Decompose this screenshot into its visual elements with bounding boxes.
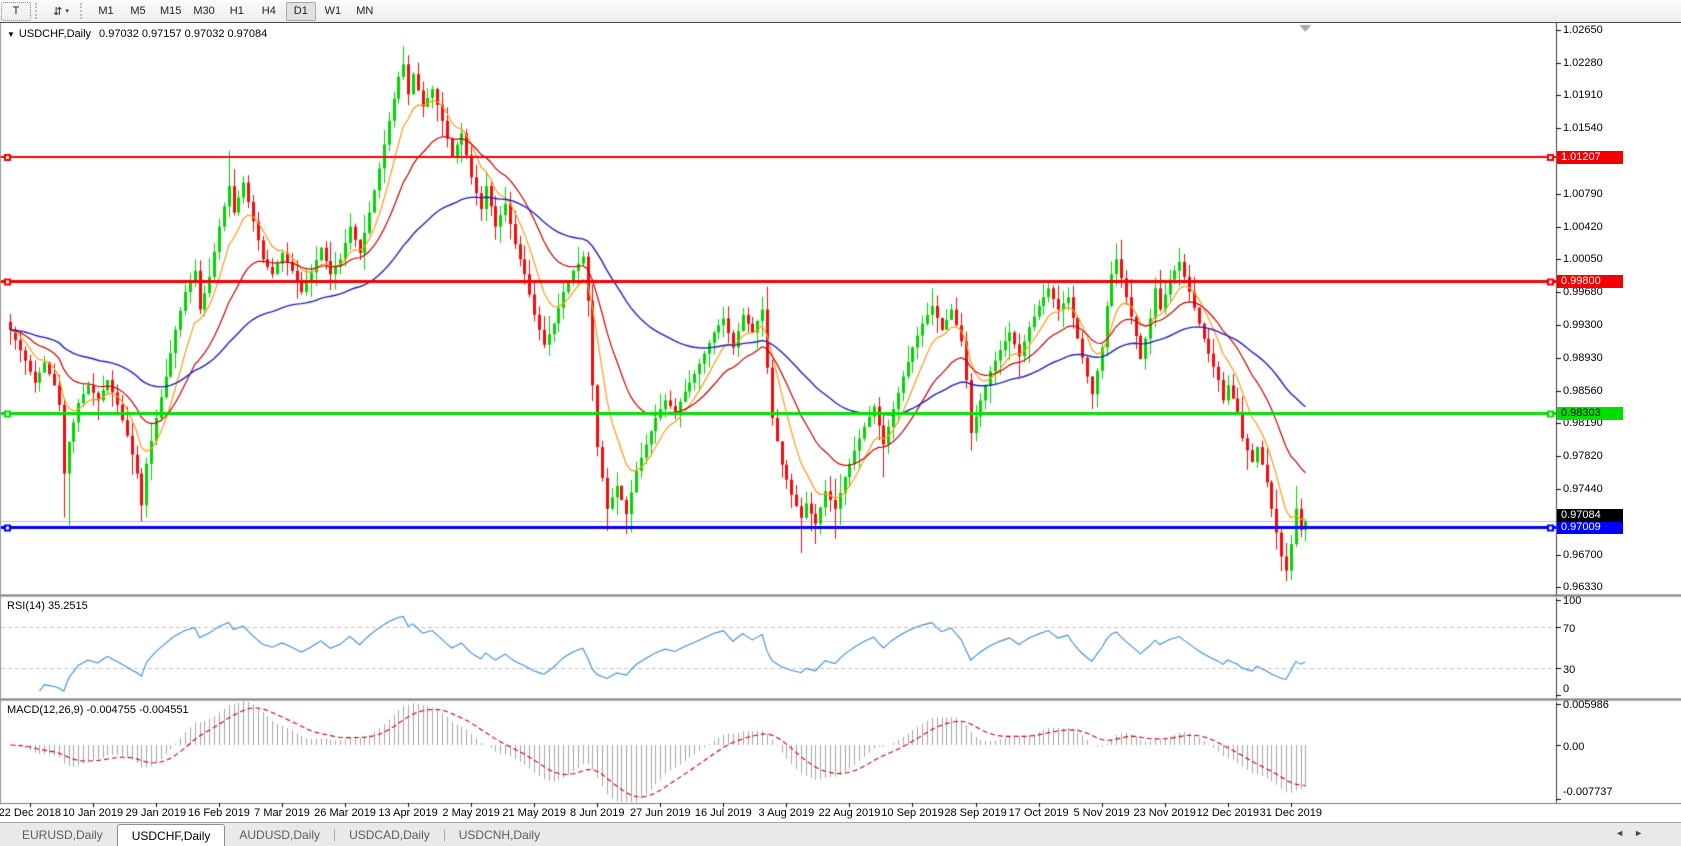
price-axis-tick: 1.00050	[1563, 253, 1603, 265]
price-axis-tick: 0.96700	[1563, 549, 1603, 561]
date-axis-label: 29 Jan 2019	[126, 807, 187, 819]
hline-price-label: 0.98303	[1557, 407, 1623, 420]
price-axis-tick: 1.00790	[1563, 188, 1603, 200]
date-axis-label: 28 Sep 2019	[944, 807, 1006, 819]
rsi-axis-tick: 30	[1563, 664, 1575, 676]
chart-tab-bar: EURUSD,DailyUSDCHF,DailyAUDUSD,DailyUSDC…	[0, 822, 1681, 846]
chart-canvas[interactable]	[0, 23, 1681, 823]
chart-window: ▼ USDCHF,Daily 0.97032 0.97157 0.97032 0.9…	[0, 22, 1681, 823]
arrange-icon: ⇵	[53, 5, 62, 18]
macd-axis-tick: 0.00	[1563, 741, 1584, 753]
timeframe-button-h1[interactable]: H1	[222, 2, 252, 21]
macd-indicator-title: MACD(12,26,9) -0.004755 -0.004551	[7, 704, 189, 716]
date-axis-label: 16 Feb 2019	[188, 807, 250, 819]
timeframe-button-m15[interactable]: M15	[155, 2, 186, 21]
rsi-indicator-title: RSI(14) 35.2515	[7, 600, 88, 612]
timeframe-button-m5[interactable]: M5	[123, 2, 153, 21]
timeframe-button-m30[interactable]: M30	[188, 2, 219, 21]
timeframe-button-mn[interactable]: MN	[350, 2, 380, 21]
date-axis-label: 7 Mar 2019	[254, 807, 310, 819]
date-axis-label: 3 Aug 2019	[759, 807, 815, 819]
rsi-axis-tick: 0	[1563, 683, 1569, 695]
chart-tab-eurusd[interactable]: EURUSD,Daily	[8, 823, 117, 846]
macd-name: MACD(12,26,9)	[7, 704, 83, 716]
terminal-window: T ⇵ ▾ M1M5M15M30H1H4D1W1MN ▼ USDCHF,Daily…	[0, 0, 1681, 846]
date-axis-label: 21 May 2019	[502, 807, 566, 819]
chart-tab-audusd[interactable]: AUDUSD,Daily	[225, 823, 334, 846]
date-axis-label: 12 Dec 2019	[1197, 807, 1259, 819]
chart-tab-usdcad[interactable]: USDCAD,Daily	[335, 823, 444, 846]
date-axis-label: 27 Jun 2019	[630, 807, 691, 819]
macd-axis-tick: 0.005986	[1563, 699, 1609, 711]
toolbar-separator	[80, 3, 87, 19]
price-axis-tick: 0.98560	[1563, 385, 1603, 397]
chart-symbol: USDCHF,Daily	[19, 28, 91, 40]
rsi-axis-tick: 100	[1563, 595, 1581, 607]
rsi-axis-tick: 70	[1563, 623, 1575, 635]
price-axis-tick: 1.01910	[1563, 89, 1603, 101]
timeframe-button-w1[interactable]: W1	[318, 2, 348, 21]
macd-axis-tick: -0.007737	[1563, 786, 1613, 798]
hline-price-label: 0.97009	[1557, 521, 1623, 534]
date-axis-label: 22 Dec 2018	[0, 807, 61, 819]
date-axis-label: 22 Aug 2019	[819, 807, 881, 819]
date-axis-label: 10 Sep 2019	[881, 807, 943, 819]
date-axis-label: 16 Jul 2019	[695, 807, 752, 819]
chart-tab-usdcnh[interactable]: USDCNH,Daily	[445, 823, 554, 846]
toolbar: T ⇵ ▾ M1M5M15M30H1H4D1W1MN	[0, 0, 1681, 23]
tab-scroll-right-icon[interactable]: ►	[1634, 828, 1653, 838]
price-axis-tick: 1.01540	[1563, 122, 1603, 134]
price-axis-tick: 0.99300	[1563, 319, 1603, 331]
hline-price-label: 0.99800	[1557, 275, 1623, 288]
price-axis-tick: 0.98930	[1563, 352, 1603, 364]
timeframe-button-d1[interactable]: D1	[286, 2, 316, 21]
timeframe-button-h4[interactable]: H4	[254, 2, 284, 21]
date-axis-label: 26 Mar 2019	[314, 807, 376, 819]
rsi-name: RSI(14)	[7, 600, 45, 612]
date-axis-label: 17 Oct 2019	[1009, 807, 1069, 819]
price-axis-tick: 0.97440	[1563, 483, 1603, 495]
timeframe-button-m1[interactable]: M1	[91, 2, 121, 21]
text-tool-button[interactable]: T	[1, 2, 31, 21]
hline-price-label: 1.01207	[1557, 151, 1623, 164]
macd-values: -0.004755 -0.004551	[86, 704, 188, 716]
price-axis-tick: 0.97820	[1563, 450, 1603, 462]
date-axis-label: 23 Nov 2019	[1133, 807, 1195, 819]
chart-tab-usdchf[interactable]: USDCHF,Daily	[117, 824, 226, 846]
chevron-down-icon[interactable]: ▾	[65, 7, 69, 15]
collapse-arrow-icon[interactable]: ▼	[7, 30, 15, 39]
date-axis-label: 2 May 2019	[442, 807, 499, 819]
date-axis-label: 5 Nov 2019	[1074, 807, 1130, 819]
tab-scroll-buttons: ◄►	[1615, 828, 1653, 838]
arrange-tool-button[interactable]: ⇵ ▾	[46, 2, 76, 21]
date-axis-label: 8 Jun 2019	[570, 807, 624, 819]
date-axis-label: 31 Dec 2019	[1260, 807, 1322, 819]
date-axis-label: 13 Apr 2019	[378, 807, 437, 819]
rsi-value: 35.2515	[48, 600, 88, 612]
chart-title: ▼ USDCHF,Daily 0.97032 0.97157 0.97032 0.9…	[7, 28, 267, 40]
price-axis-tick: 1.00420	[1563, 221, 1603, 233]
date-axis-label: 10 Jan 2019	[63, 807, 124, 819]
price-axis-tick: 1.02280	[1563, 57, 1603, 69]
timeframe-button-group: M1M5M15M30H1H4D1W1MN	[90, 2, 381, 21]
current-price-label: 0.97084	[1557, 509, 1623, 522]
price-axis-tick: 0.96330	[1563, 581, 1603, 593]
tab-scroll-left-icon[interactable]: ◄	[1615, 828, 1634, 838]
toolbar-separator	[35, 3, 42, 19]
price-axis-tick: 1.02650	[1563, 24, 1603, 36]
chart-ohlc: 0.97032 0.97157 0.97032 0.97084	[99, 28, 267, 40]
